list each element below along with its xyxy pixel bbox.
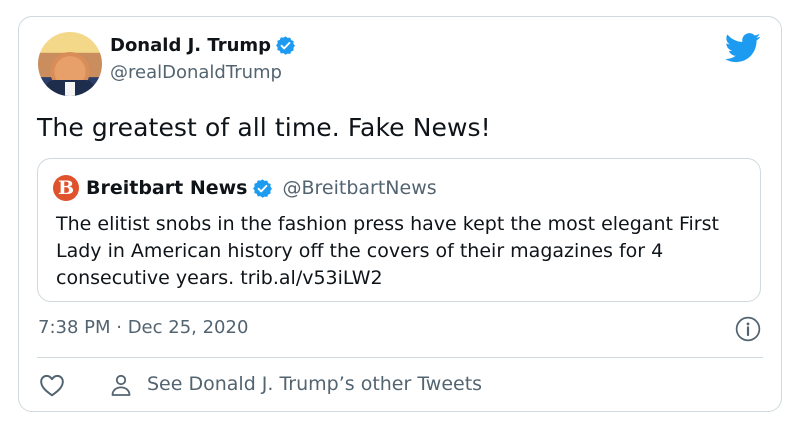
quoted-author-name: Breitbart News [86,177,248,199]
divider [37,357,763,358]
breitbart-logo-icon: B [53,175,79,201]
avatar[interactable] [38,32,102,96]
quoted-author-handle: @BreitbartNews [282,177,437,199]
info-icon[interactable] [735,316,761,342]
quoted-tweet-text: The elitist snobs in the fashion press h… [56,213,719,289]
author-handle[interactable]: @realDonaldTrump [110,62,282,83]
verified-badge-icon [276,36,295,55]
tweet-card: Donald J. Trump @realDonaldTrump The gre… [18,16,782,412]
quoted-tweet[interactable]: B Breitbart News @BreitbartNews The elit… [37,158,761,302]
tweet-timestamp[interactable]: 7:38 PM · Dec 25, 2020 [38,317,248,338]
verified-badge-icon [253,178,273,198]
person-icon[interactable] [109,373,133,397]
heart-icon[interactable] [39,373,65,397]
quoted-tweet-header: B Breitbart News @BreitbartNews [53,175,437,201]
twitter-bird-icon[interactable] [725,33,761,63]
tweet-text: The greatest of all time. Fake News! [37,113,491,142]
author-name[interactable]: Donald J. Trump [110,35,271,56]
avatar-shirt [65,82,75,96]
author-name-row[interactable]: Donald J. Trump [110,35,296,56]
see-other-tweets-link[interactable]: See Donald J. Trump’s other Tweets [147,373,482,395]
